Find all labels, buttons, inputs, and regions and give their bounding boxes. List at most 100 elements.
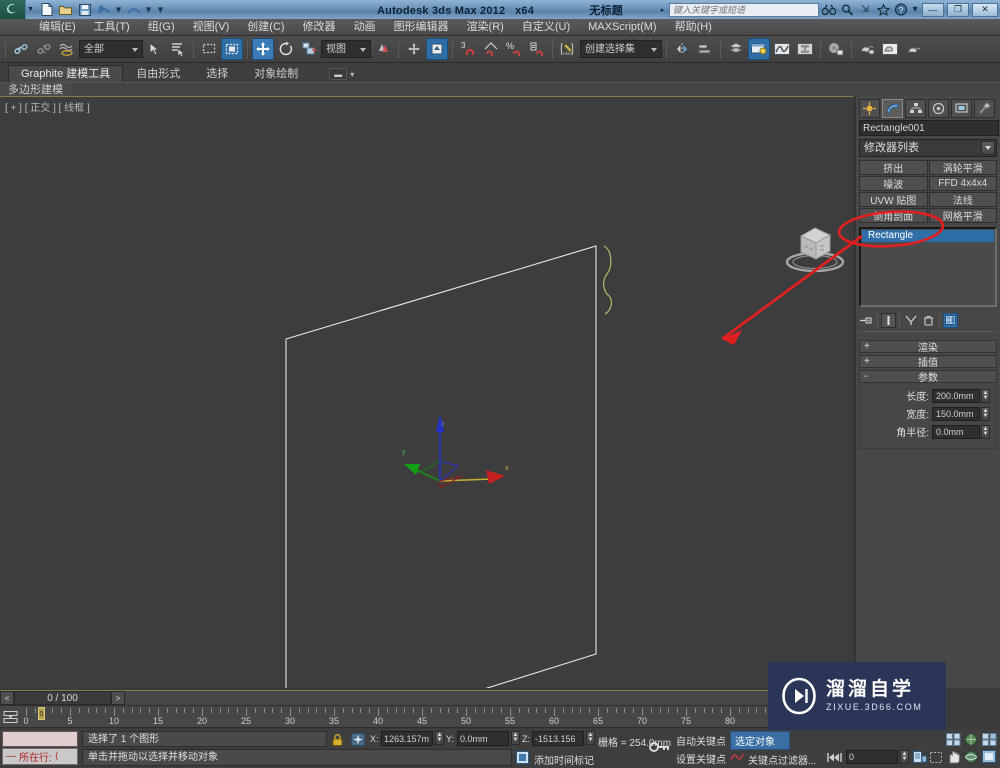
open-file-icon[interactable] bbox=[58, 2, 73, 17]
rollout-parameters-toggle[interactable]: - bbox=[864, 371, 867, 382]
menu-item-help[interactable]: 帮助(H) bbox=[666, 19, 721, 36]
hierarchy-tab[interactable] bbox=[905, 99, 926, 118]
key-filters-curve-icon[interactable] bbox=[730, 750, 744, 764]
modifier-button-bevel-profile[interactable]: 倒角剖面 bbox=[859, 208, 928, 223]
configure-modifier-sets-icon[interactable] bbox=[943, 313, 958, 328]
set-key-button[interactable]: 设置关键点 bbox=[676, 751, 726, 766]
modifier-button-extrude[interactable]: 挤出 bbox=[859, 160, 928, 175]
select-region-icon[interactable] bbox=[929, 750, 943, 764]
selection-set-combo[interactable]: 选定对象 bbox=[730, 731, 790, 750]
menu-item-modifiers[interactable]: 修改器 bbox=[294, 19, 345, 36]
tab-object-paint[interactable]: 对象绘制 bbox=[241, 65, 311, 82]
zoom-extents-icon[interactable] bbox=[980, 731, 999, 747]
select-and-scale-icon[interactable] bbox=[298, 38, 320, 60]
menu-item-rendering[interactable]: 渲染(R) bbox=[458, 19, 513, 36]
app-logo-button[interactable] bbox=[0, 0, 26, 19]
time-slider-handle[interactable]: 0 bbox=[38, 707, 45, 720]
ribbon-minimize-icon[interactable]: ▬ bbox=[329, 68, 347, 80]
open-mini-curve-editor-icon[interactable] bbox=[3, 709, 19, 725]
minimize-button[interactable]: — bbox=[922, 3, 944, 17]
search-input[interactable] bbox=[669, 3, 819, 17]
absolute-relative-transform-toggle-icon[interactable] bbox=[350, 732, 366, 747]
edit-named-selection-sets-icon[interactable]: ABC bbox=[557, 38, 579, 60]
modifier-button-turbosmooth[interactable]: 涡轮平滑 bbox=[929, 160, 998, 175]
select-by-name-icon[interactable] bbox=[167, 38, 189, 60]
modifier-button-uvw-map[interactable]: UVW 贴图 bbox=[859, 192, 928, 207]
next-frame-button[interactable]: > bbox=[111, 691, 125, 705]
menu-item-graph-editors[interactable]: 图形编辑器 bbox=[385, 19, 458, 36]
schematic-view-icon[interactable] bbox=[794, 38, 816, 60]
rollout-render[interactable]: + 渲染 bbox=[859, 340, 997, 353]
infocenter-caret-icon[interactable]: ▸ bbox=[658, 6, 667, 14]
maximize-restore-button[interactable]: ❐ bbox=[947, 3, 969, 17]
viewport[interactable]: [ + ] [ 正交 ] [ 线框 ] z y x bbox=[0, 96, 855, 688]
select-object-icon[interactable] bbox=[144, 38, 166, 60]
param-input-corner-radius[interactable] bbox=[932, 425, 980, 439]
utilities-tab[interactable] bbox=[974, 99, 995, 118]
lock-selection-icon[interactable] bbox=[330, 733, 344, 746]
align-icon[interactable] bbox=[694, 38, 716, 60]
snaps-toggle-icon[interactable]: 3 bbox=[457, 38, 479, 60]
menu-item-views[interactable]: 视图(V) bbox=[184, 19, 239, 36]
param-spinner-corner-radius[interactable]: ▲▼ bbox=[981, 425, 990, 439]
select-and-manipulate-icon[interactable] bbox=[426, 38, 448, 60]
pan-view-icon[interactable] bbox=[944, 749, 963, 765]
exchange-icon[interactable]: ⇲ bbox=[857, 2, 873, 17]
menu-item-animation[interactable]: 动画 bbox=[345, 19, 385, 36]
tab-graphite-modeling-tools[interactable]: Graphite 建模工具 bbox=[8, 65, 123, 82]
reference-coordinate-combo[interactable]: 视图 bbox=[321, 40, 371, 58]
object-name-input[interactable] bbox=[859, 120, 999, 136]
help-question-icon[interactable]: ? bbox=[893, 2, 909, 17]
search-icon[interactable] bbox=[839, 2, 855, 17]
ribbon-options-caret-icon[interactable]: ▾ bbox=[350, 70, 354, 79]
chevron-down-icon[interactable] bbox=[981, 141, 995, 155]
menu-item-edit[interactable]: 编辑(E) bbox=[30, 19, 85, 36]
param-input-length[interactable] bbox=[932, 389, 980, 403]
named-selection-set-combo[interactable]: 创建选择集 bbox=[580, 40, 662, 58]
orbit-icon[interactable] bbox=[962, 749, 981, 765]
current-frame-field[interactable]: 0 / 100 bbox=[14, 691, 111, 705]
favorite-star-icon[interactable] bbox=[875, 2, 891, 17]
make-unique-icon[interactable] bbox=[903, 313, 918, 328]
modifier-button-meshsmooth[interactable]: 网格平滑 bbox=[929, 208, 998, 223]
coord-input-x[interactable] bbox=[381, 731, 433, 746]
time-configuration-icon[interactable] bbox=[912, 750, 927, 764]
coord-spinner-z[interactable]: ▲▼ bbox=[586, 731, 595, 745]
key-filters-button[interactable]: 关键点过滤器... bbox=[748, 752, 816, 767]
modifier-button-ffd[interactable]: FFD 4x4x4 bbox=[929, 176, 998, 191]
prev-frame-button[interactable]: < bbox=[0, 691, 14, 705]
undo-icon[interactable] bbox=[96, 2, 111, 17]
motion-tab[interactable] bbox=[928, 99, 949, 118]
binoculars-icon[interactable] bbox=[821, 2, 837, 17]
undo-dropdown-icon[interactable]: ▾ bbox=[115, 2, 122, 17]
rectangular-selection-region-icon[interactable] bbox=[198, 38, 220, 60]
display-tab[interactable] bbox=[951, 99, 972, 118]
toggle-scene-explorer-icon[interactable] bbox=[748, 38, 770, 60]
use-selection-center-icon[interactable] bbox=[403, 38, 425, 60]
zoom-all-icon[interactable] bbox=[962, 731, 981, 747]
modifier-button-normal[interactable]: 法线 bbox=[929, 192, 998, 207]
coord-spinner-y[interactable]: ▲▼ bbox=[511, 731, 520, 745]
key-mode-toggle-icon[interactable] bbox=[648, 733, 672, 761]
create-tab[interactable] bbox=[859, 99, 880, 118]
unlink-selection-icon[interactable] bbox=[33, 38, 55, 60]
select-and-rotate-icon[interactable] bbox=[275, 38, 297, 60]
rollout-interpolation-toggle[interactable]: + bbox=[864, 356, 870, 367]
rollout-render-toggle[interactable]: + bbox=[864, 341, 870, 352]
app-menu-caret-icon[interactable]: ▼ bbox=[26, 6, 35, 13]
selection-filter-combo[interactable]: 全部 bbox=[79, 40, 143, 58]
bind-to-space-warp-icon[interactable] bbox=[56, 38, 78, 60]
param-spinner-width[interactable]: ▲▼ bbox=[981, 407, 990, 421]
tab-freeform[interactable]: 自由形式 bbox=[123, 65, 193, 82]
remove-modifier-icon[interactable] bbox=[921, 313, 936, 328]
key-frame-spinner[interactable]: ▲▼ bbox=[900, 750, 909, 764]
menu-item-create[interactable]: 创建(C) bbox=[238, 19, 293, 36]
mirror-icon[interactable] bbox=[671, 38, 693, 60]
rollout-interpolation[interactable]: + 插值 bbox=[859, 355, 997, 368]
select-and-move-icon[interactable] bbox=[252, 38, 274, 60]
maximize-viewport-icon[interactable] bbox=[980, 749, 999, 765]
maxscript-mini-listener[interactable] bbox=[2, 731, 78, 747]
param-spinner-length[interactable]: ▲▼ bbox=[981, 389, 990, 403]
modify-tab[interactable] bbox=[882, 99, 903, 118]
auto-key-button[interactable]: 自动关键点 bbox=[676, 733, 726, 748]
